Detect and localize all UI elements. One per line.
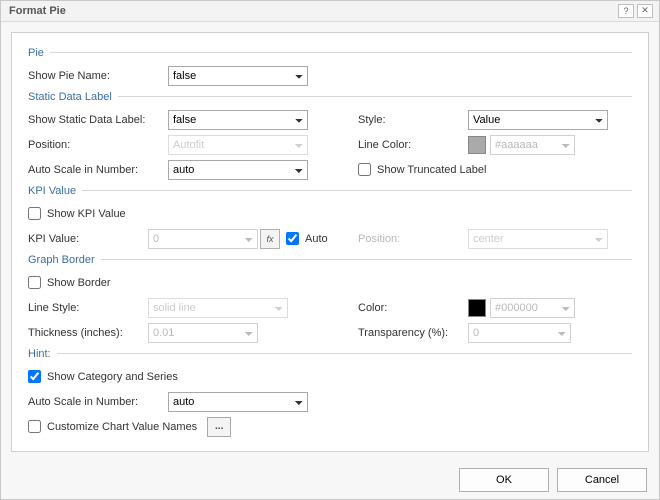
show-pie-name-select[interactable]: false xyxy=(168,66,308,86)
divider xyxy=(101,259,632,260)
ok-button[interactable]: OK xyxy=(459,468,549,492)
auto-label: Auto xyxy=(305,233,328,245)
show-kpi-checkbox[interactable] xyxy=(28,207,41,220)
cancel-button[interactable]: Cancel xyxy=(557,468,647,492)
format-pie-dialog: Format Pie ? ✕ Pie Show Pie Name: false … xyxy=(0,0,660,500)
auto-checkbox[interactable] xyxy=(286,232,299,245)
divider xyxy=(118,96,632,97)
show-kpi-label: Show KPI Value xyxy=(47,208,126,220)
close-button[interactable]: ✕ xyxy=(637,4,653,18)
auto-scale-label: Auto Scale in Number: xyxy=(28,164,168,176)
section-kpi: KPI Value xyxy=(28,185,632,197)
show-border-label: Show Border xyxy=(47,277,111,289)
section-kpi-label: KPI Value xyxy=(28,185,76,197)
color-swatch[interactable] xyxy=(468,299,486,317)
fx-button[interactable]: fx xyxy=(260,229,280,249)
transparency-input xyxy=(468,323,571,343)
position-label: Position: xyxy=(28,139,168,151)
dialog-title: Format Pie xyxy=(9,5,615,17)
section-static: Static Data Label xyxy=(28,91,632,103)
auto-scale-select[interactable]: auto xyxy=(168,160,308,180)
thickness-label: Thickness (inches): xyxy=(28,327,148,339)
customize-names-checkbox[interactable] xyxy=(28,420,41,433)
transparency-label: Transparency (%): xyxy=(358,327,468,339)
show-static-label-select[interactable]: false xyxy=(168,110,308,130)
section-hint: Hint: xyxy=(28,348,632,360)
show-truncated-checkbox[interactable] xyxy=(358,163,371,176)
titlebar: Format Pie ? ✕ xyxy=(1,1,659,22)
line-style-label: Line Style: xyxy=(28,302,148,314)
customize-names-button[interactable]: ... xyxy=(207,417,231,437)
kpi-position-label: Position: xyxy=(358,233,468,245)
kpi-value-input xyxy=(148,229,258,249)
section-pie-label: Pie xyxy=(28,47,44,59)
section-border-label: Graph Border xyxy=(28,254,95,266)
divider xyxy=(50,52,632,53)
line-color-input xyxy=(490,135,575,155)
section-pie: Pie xyxy=(28,47,632,59)
show-pie-name-label: Show Pie Name: xyxy=(28,70,168,82)
show-category-series-label: Show Category and Series xyxy=(47,371,178,383)
divider xyxy=(82,190,632,191)
customize-names-label: Customize Chart Value Names xyxy=(47,421,197,433)
content-panel: Pie Show Pie Name: false Static Data Lab… xyxy=(11,32,649,452)
show-border-checkbox[interactable] xyxy=(28,276,41,289)
kpi-value-label: KPI Value: xyxy=(28,233,148,245)
line-color-label: Line Color: xyxy=(358,139,468,151)
line-style-select: solid line xyxy=(148,298,288,318)
help-button[interactable]: ? xyxy=(618,4,634,18)
color-input xyxy=(490,298,575,318)
show-static-label-label: Show Static Data Label: xyxy=(28,114,168,126)
show-truncated-label: Show Truncated Label xyxy=(377,164,486,176)
thickness-input xyxy=(148,323,258,343)
kpi-position-select: center xyxy=(468,229,608,249)
section-hint-label: Hint: xyxy=(28,348,51,360)
footer: OK Cancel xyxy=(1,462,659,499)
color-label: Color: xyxy=(358,302,468,314)
position-select: Autofit xyxy=(168,135,308,155)
section-static-label: Static Data Label xyxy=(28,91,112,103)
style-select[interactable]: Value xyxy=(468,110,608,130)
content-wrap: Pie Show Pie Name: false Static Data Lab… xyxy=(1,22,659,462)
auto-scale-label-2: Auto Scale in Number: xyxy=(28,396,168,408)
divider xyxy=(57,353,632,354)
show-category-series-checkbox[interactable] xyxy=(28,370,41,383)
style-label: Style: xyxy=(358,114,468,126)
auto-scale-select-2[interactable]: auto xyxy=(168,392,308,412)
section-border: Graph Border xyxy=(28,254,632,266)
line-color-swatch[interactable] xyxy=(468,136,486,154)
